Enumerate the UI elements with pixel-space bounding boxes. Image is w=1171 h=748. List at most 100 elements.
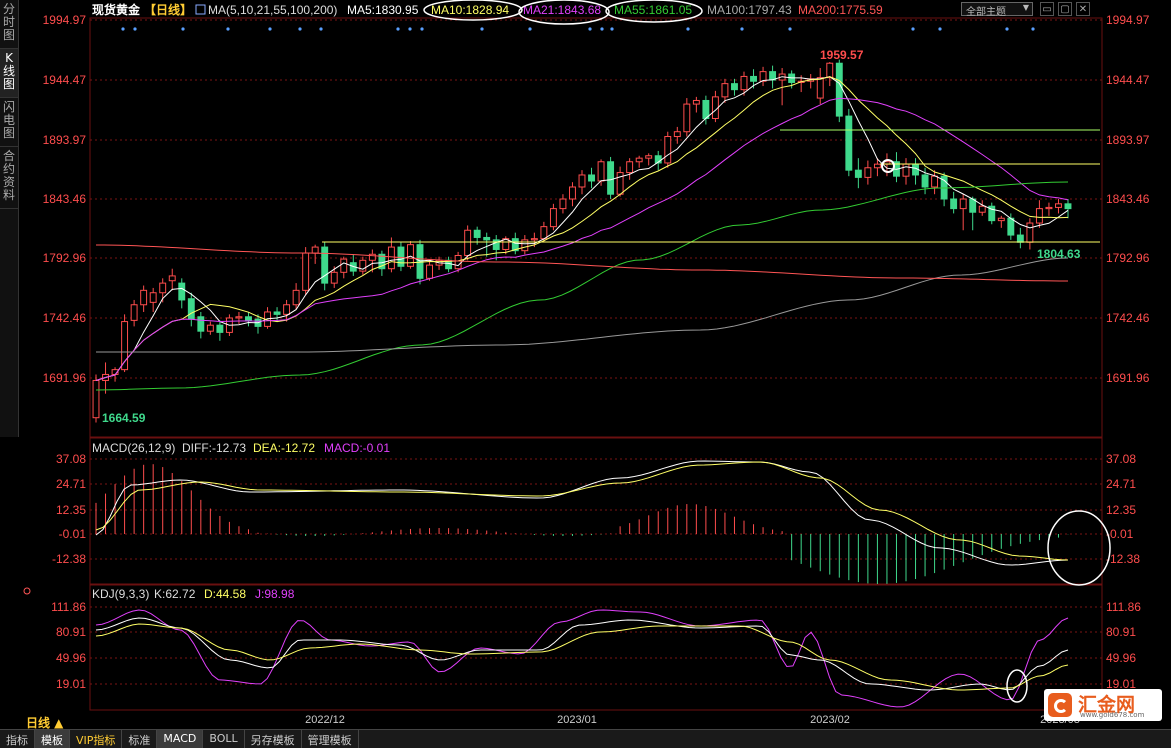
price-axis-label-right: 1792.96 xyxy=(1106,251,1150,265)
macd-axis-label-right: 37.08 xyxy=(1106,452,1136,466)
ma21-line xyxy=(95,97,1069,381)
candle-body xyxy=(969,198,977,213)
chart-area[interactable]: 1994.97 1994.97 1944.47 1944.47 1893.97 1893.… xyxy=(18,0,1171,729)
candle-body xyxy=(721,83,729,98)
kdj-axis-label-right: 111.86 xyxy=(1106,600,1141,614)
candle-body xyxy=(1035,208,1043,224)
event-marker-dot xyxy=(408,27,412,31)
close-icon[interactable]: ✕ xyxy=(1076,2,1090,16)
tab-vip-indicators[interactable]: VIP指标 xyxy=(70,730,123,748)
header-ma100: MA100:1797.43 xyxy=(707,3,792,17)
candle-body xyxy=(921,174,929,188)
header-ma10: MA10:1828.94 xyxy=(431,3,509,17)
kdj-d-line xyxy=(95,623,1069,691)
logo-url: www.gold678.com xyxy=(1080,711,1145,719)
tab-manage-templates[interactable]: 管理模板 xyxy=(302,730,359,748)
tab-save-template[interactable]: 另存模板 xyxy=(245,730,302,748)
macd-dea: DEA:-12.72 xyxy=(253,441,315,455)
candle-body xyxy=(664,136,672,164)
candle-body xyxy=(816,77,824,99)
candle-body xyxy=(235,316,243,319)
candle-body xyxy=(1064,203,1072,210)
event-marker-dot xyxy=(133,27,137,31)
x-axis-label: 2023/01 xyxy=(557,714,597,726)
price-axis-label-right: 1742.46 xyxy=(1106,311,1150,325)
candle-body xyxy=(311,246,319,254)
tab-macd[interactable]: MACD xyxy=(157,730,204,748)
kdj-axis-label-right: 49.96 xyxy=(1106,651,1136,665)
chart-type-icon xyxy=(195,4,206,15)
candle-body xyxy=(873,163,881,169)
candle-body xyxy=(692,99,700,105)
candle-body xyxy=(950,198,958,210)
macd-axis-label-left: -0.01 xyxy=(59,527,87,541)
highlight-circle-macd xyxy=(1047,510,1111,586)
tab-flash-chart[interactable]: 闪电图 xyxy=(0,98,18,147)
candle-body xyxy=(397,246,405,267)
macd-axis-label-left: 12.35 xyxy=(56,503,86,517)
candle-body xyxy=(845,115,853,171)
event-marker-dot xyxy=(1031,27,1035,31)
annotation-high: 1959.57 xyxy=(820,48,864,62)
candle-body xyxy=(140,289,148,306)
candle-body xyxy=(387,246,395,270)
ma200-line xyxy=(96,244,1068,282)
candle-body xyxy=(292,289,300,306)
tab-kline[interactable]: K线图 xyxy=(0,49,18,98)
candle-body xyxy=(321,246,329,284)
header-ma55: MA55:1861.05 xyxy=(614,3,692,17)
macd-dea-line xyxy=(95,461,1069,561)
ma5-line xyxy=(95,76,1069,381)
candle-body xyxy=(426,264,433,279)
candle-body xyxy=(959,198,967,210)
candle-body xyxy=(978,205,986,213)
candle-body xyxy=(673,131,681,138)
logo: 汇金网 www.gold678.com xyxy=(1044,689,1162,721)
tab-standard[interactable]: 标准 xyxy=(122,730,158,748)
candle-body xyxy=(330,271,338,284)
macd-axis-label-left: 37.08 xyxy=(56,452,86,466)
minimize-icon[interactable]: ▭ xyxy=(1040,2,1054,16)
tab-boll[interactable]: BOLL xyxy=(203,730,245,748)
price-axis-label-left: 1893.97 xyxy=(43,133,87,147)
price-axis-label-left: 1994.97 xyxy=(43,13,87,27)
tab-time-sharing[interactable]: 分时图 xyxy=(0,0,18,49)
candle-body xyxy=(635,157,643,163)
candle-body xyxy=(559,198,567,210)
candle-body xyxy=(578,174,586,188)
restore-icon[interactable]: ▢ xyxy=(1058,2,1072,16)
header-text: 【日线】 xyxy=(144,2,192,17)
event-marker-dot xyxy=(911,27,915,31)
candle-body xyxy=(521,239,529,252)
event-marker-dot xyxy=(121,27,125,31)
candle-body xyxy=(931,175,939,188)
event-marker-dot xyxy=(740,27,744,31)
event-marker-dot xyxy=(396,27,400,31)
event-marker-dot xyxy=(528,27,532,31)
event-marker-dot xyxy=(686,27,690,31)
candle-body xyxy=(168,275,176,282)
ma55-line xyxy=(95,181,1069,391)
tab-templates[interactable]: 模板 xyxy=(35,730,70,748)
candle-body xyxy=(902,163,910,177)
theme-select[interactable]: 全部主题 ▼ xyxy=(961,2,1033,18)
price-panel-frame xyxy=(89,17,1103,438)
macd-axis-label-left: 24.71 xyxy=(56,477,86,491)
candle-body xyxy=(740,75,748,91)
candle-body xyxy=(149,292,157,303)
header-ma-label: MA(5,10,21,55,100,200) xyxy=(208,3,337,17)
candle-body xyxy=(549,208,557,228)
candle-body xyxy=(1045,206,1053,210)
tab-indicators[interactable]: 指标 xyxy=(0,730,35,748)
candle-body xyxy=(216,324,224,333)
macd-axis-label-right: 24.71 xyxy=(1106,477,1136,491)
candle-body xyxy=(997,217,1005,222)
price-axis-label-left: 1742.46 xyxy=(43,311,87,325)
event-marker-dot xyxy=(1005,27,1009,31)
tab-contract-info[interactable]: 合约资料 xyxy=(0,147,18,209)
annotation-low: 1664.59 xyxy=(102,411,146,425)
candle-body xyxy=(454,254,462,270)
event-marker-dot xyxy=(480,27,484,31)
candle-body xyxy=(731,83,738,91)
header-text: 现货黄金 xyxy=(92,2,141,17)
